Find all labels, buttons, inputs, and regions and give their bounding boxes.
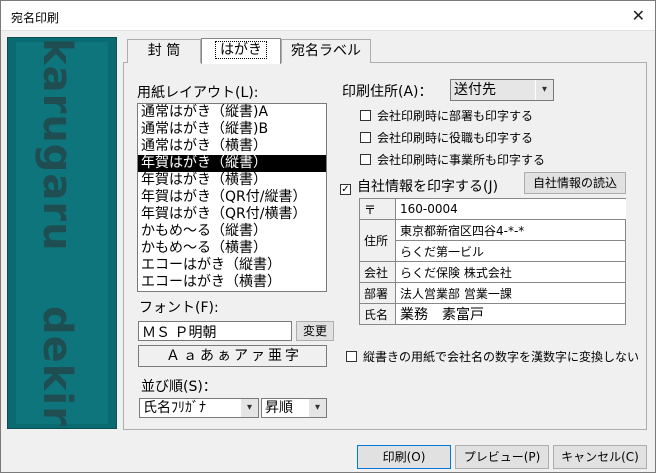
postal-value[interactable]: 160-0004 bbox=[395, 198, 626, 220]
font-change-button[interactable]: 変更 bbox=[296, 321, 334, 341]
close-icon[interactable]: ✕ bbox=[632, 6, 645, 25]
print-dialog: 宛名印刷 ✕ karugaru dekiru 封 筒 はがき 宛名ラベル 用紙レ… bbox=[0, 0, 656, 473]
department-value[interactable]: 法人営業部 営業一課 bbox=[395, 282, 626, 304]
company-header: 会社 bbox=[359, 261, 396, 283]
tab-envelope[interactable]: 封 筒 bbox=[127, 39, 201, 63]
brand-word-top: karugaru bbox=[34, 38, 80, 252]
layout-list-item[interactable]: 通常はがき（横書） bbox=[138, 138, 326, 155]
layout-list-item[interactable]: 通常はがき（縦書)A bbox=[138, 104, 326, 121]
option-title-label: 会社印刷時に役職も印字する bbox=[377, 131, 534, 145]
layout-label: 用紙レイアウト(L): bbox=[137, 85, 259, 101]
checkbox-checked-icon: ✓ bbox=[340, 184, 351, 195]
print-address-value: 送付先 bbox=[454, 82, 496, 98]
layout-list-item[interactable]: 年賀はがき（横書） bbox=[138, 172, 326, 189]
layout-list-item[interactable]: 年賀はがき（QR付/横書） bbox=[138, 206, 326, 223]
cancel-button[interactable]: キャンセル(C) bbox=[553, 445, 647, 469]
checkbox-icon bbox=[360, 132, 371, 143]
tab-label[interactable]: 宛名ラベル bbox=[281, 39, 371, 63]
read-own-info-button[interactable]: 自社情報の読込 bbox=[524, 172, 626, 194]
print-address-select[interactable]: 送付先 ▾ bbox=[450, 79, 554, 101]
option-office-checkbox[interactable]: 会社印刷時に事業所も印字する bbox=[360, 151, 545, 168]
print-address-label: 印刷住所(A)： bbox=[342, 84, 433, 100]
option-title-checkbox[interactable]: 会社印刷時に役職も印字する bbox=[360, 129, 533, 146]
tab-postcard-label: はがき bbox=[215, 41, 267, 59]
sort-label: 並び順(S)： bbox=[141, 379, 217, 395]
own-info-checkbox[interactable]: ✓ 自社情報を印字する(J) bbox=[340, 176, 498, 196]
own-info-label: 自社情報を印字する(J) bbox=[357, 179, 499, 195]
chevron-down-icon: ▾ bbox=[535, 80, 553, 100]
own-info-table: 〒 160-0004 住所 東京都新宿区四谷4-*-* らくだ第一ビル 会社 ら… bbox=[359, 198, 626, 325]
kanji-numeral-label: 縦書きの用紙で会社名の数字を漢数字に変換しない bbox=[363, 350, 640, 364]
checkbox-icon bbox=[346, 351, 357, 362]
checkbox-icon bbox=[360, 110, 371, 121]
font-label: フォント(F): bbox=[139, 300, 219, 316]
layout-listbox[interactable]: 通常はがき（縦書)A 通常はがき（縦書)B 通常はがき（横書） 年賀はがき（縦書） 年賀… bbox=[137, 103, 327, 292]
postal-header: 〒 bbox=[359, 198, 396, 220]
sort-field-select[interactable]: 氏名ﾌﾘｶﾞﾅ ▾ bbox=[139, 398, 259, 418]
sort-order-value: 昇順 bbox=[265, 400, 293, 416]
address-line2[interactable]: らくだ第一ビル bbox=[395, 240, 626, 262]
title-bar: 宛名印刷 ✕ bbox=[1, 1, 655, 31]
layout-list-item[interactable]: 通常はがき（縦書)B bbox=[138, 121, 326, 138]
option-dept-checkbox[interactable]: 会社印刷時に部署も印字する bbox=[360, 107, 533, 124]
sort-order-select[interactable]: 昇順 ▾ bbox=[261, 398, 327, 418]
address-header: 住所 bbox=[359, 219, 396, 262]
print-button[interactable]: 印刷(O) bbox=[357, 445, 451, 469]
name-header: 氏名 bbox=[359, 303, 396, 325]
chevron-down-icon: ▾ bbox=[240, 399, 258, 417]
layout-list-item[interactable]: かもめ～る（縦書） bbox=[138, 223, 326, 240]
company-value[interactable]: らくだ保険 株式会社 bbox=[395, 261, 626, 283]
side-banner: karugaru dekiru bbox=[7, 37, 117, 429]
option-dept-label: 会社印刷時に部署も印字する bbox=[377, 109, 534, 123]
address-line1[interactable]: 東京都新宿区四谷4-*-* bbox=[395, 219, 626, 241]
preview-button[interactable]: プレビュー(P) bbox=[455, 445, 549, 469]
font-preview: Ａａあぁアァ亜字 bbox=[138, 345, 327, 367]
brand-word-bottom: dekiru bbox=[34, 306, 80, 429]
chevron-down-icon: ▾ bbox=[308, 399, 326, 417]
layout-list-item[interactable]: かもめ～る（横書） bbox=[138, 240, 326, 257]
kanji-numeral-checkbox[interactable]: 縦書きの用紙で会社名の数字を漢数字に変換しない bbox=[346, 348, 639, 365]
checkbox-icon bbox=[360, 154, 371, 165]
layout-list-item[interactable]: エコーはがき（横書） bbox=[138, 274, 326, 291]
layout-list-item[interactable]: 年賀はがき（QR付/縦書） bbox=[138, 189, 326, 206]
sort-field-value: 氏名ﾌﾘｶﾞﾅ bbox=[143, 400, 206, 416]
department-header: 部署 bbox=[359, 282, 396, 304]
window-title: 宛名印刷 bbox=[11, 11, 60, 25]
layout-list-item[interactable]: 年賀はがき（縦書） bbox=[138, 155, 326, 172]
font-field[interactable]: ＭＳ Ｐ明朝 bbox=[138, 321, 292, 341]
tab-postcard[interactable]: はがき bbox=[201, 38, 281, 64]
layout-list-item[interactable]: エコーはがき（縦書） bbox=[138, 257, 326, 274]
option-office-label: 会社印刷時に事業所も印字する bbox=[377, 153, 546, 167]
name-value[interactable]: 業務 素富戸 bbox=[395, 303, 626, 325]
